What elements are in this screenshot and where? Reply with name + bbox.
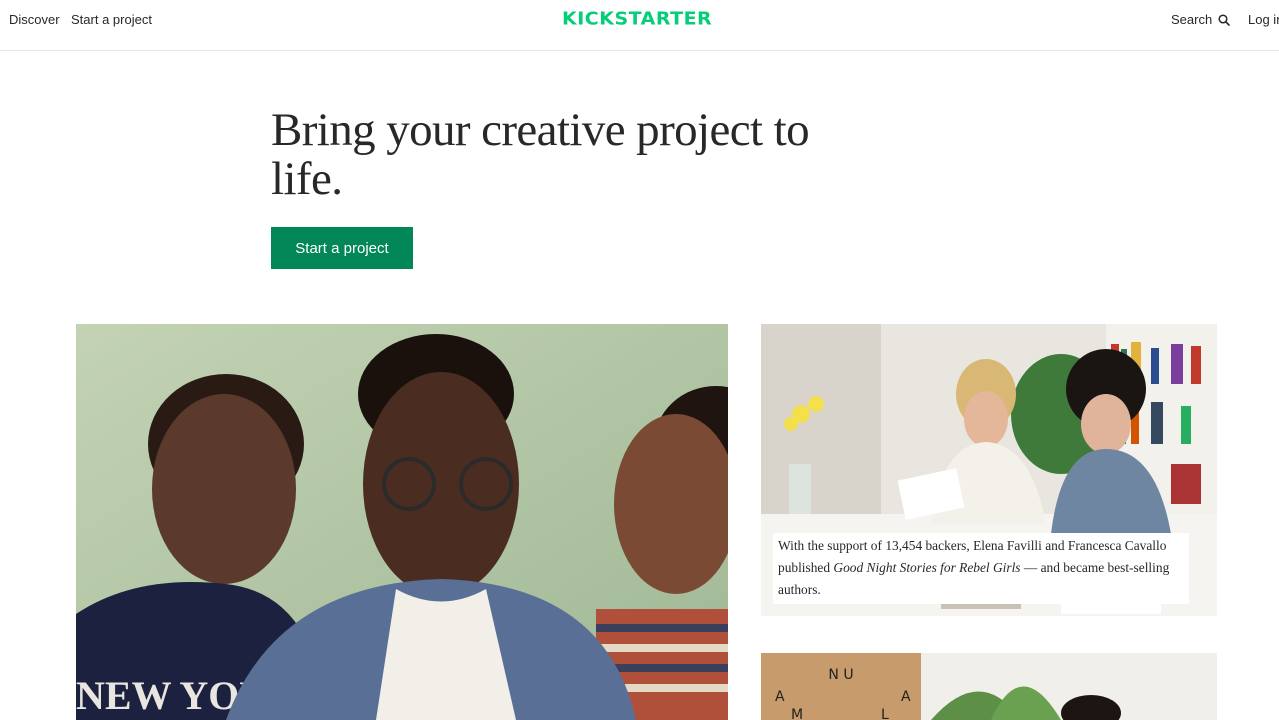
svg-text:L: L bbox=[881, 707, 889, 720]
start-project-button[interactable]: Start a project bbox=[271, 227, 413, 269]
nav-start-project-link[interactable]: Start a project bbox=[71, 11, 152, 29]
top-nav: Discover Start a project KICKSTARTER Sea… bbox=[0, 0, 1279, 51]
story-caption: With the support of 13,454 backers, Elen… bbox=[773, 533, 1189, 604]
nav-discover-link[interactable]: Discover bbox=[9, 11, 60, 29]
svg-text:A: A bbox=[901, 689, 911, 705]
svg-text:A: A bbox=[775, 689, 785, 705]
search-icon bbox=[1218, 14, 1231, 26]
hero-title: Bring your creative project to life. bbox=[271, 104, 810, 205]
search-button[interactable]: Search bbox=[1171, 11, 1231, 29]
search-label: Search bbox=[1171, 12, 1213, 27]
featured-project-image[interactable]: NEW YOR bbox=[76, 324, 728, 720]
svg-text:N U: N U bbox=[828, 667, 853, 683]
login-link[interactable]: Log in bbox=[1248, 11, 1279, 29]
story-image-secondary[interactable]: N U A A M L bbox=[761, 653, 1217, 720]
kickstarter-logo[interactable]: KICKSTARTER bbox=[562, 9, 712, 30]
svg-text:M: M bbox=[791, 707, 803, 720]
caption-book-title[interactable]: Good Night Stories for Rebel Girls bbox=[833, 560, 1020, 575]
